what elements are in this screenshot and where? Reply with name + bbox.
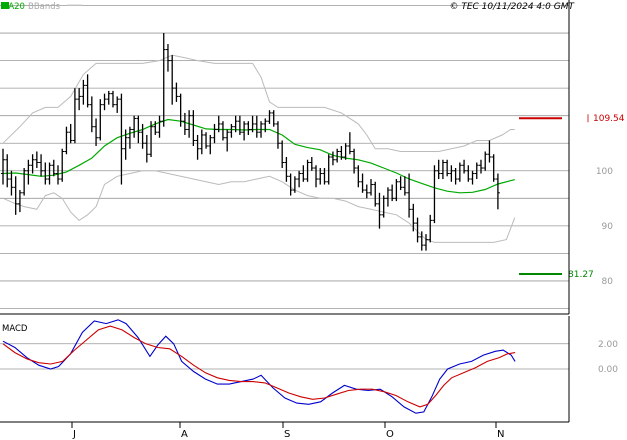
price-panel — [0, 0, 569, 314]
macd-panel-label: MACD — [2, 324, 28, 334]
legend-ma20: MA20 — [1, 2, 25, 12]
copyright-text: © TEC 10/11/2024 4:0 GMT — [449, 2, 575, 12]
stock-chart: 109.5481.27 8090100 0.002.00 JASON MA20 … — [0, 0, 625, 440]
x-axis: JASON — [71, 422, 504, 440]
macd-tick-label: 2.00 — [598, 340, 618, 350]
level-label: 109.54 — [593, 114, 625, 124]
x-tick-label: N — [497, 429, 504, 440]
x-tick-label: S — [284, 429, 290, 440]
price-tick-label: 100 — [596, 167, 613, 177]
macd-signal-line — [2, 325, 516, 408]
price-tick-label: 80 — [602, 277, 614, 287]
macd-y-axis: 0.00 2.00 — [598, 340, 618, 375]
level-label: 81.27 — [568, 270, 594, 280]
macd-gridlines — [0, 343, 569, 370]
price-y-axis: 80 90 100 — [596, 167, 613, 287]
x-tick-label: A — [181, 429, 188, 440]
macd-lines — [2, 319, 516, 414]
legend-bbands: BBands — [28, 2, 61, 12]
price-tick-label: 90 — [602, 222, 614, 232]
x-tick-label: O — [386, 429, 394, 440]
x-tick-label: J — [72, 429, 76, 440]
macd-line — [2, 319, 516, 414]
macd-tick-label: 0.00 — [598, 365, 618, 375]
